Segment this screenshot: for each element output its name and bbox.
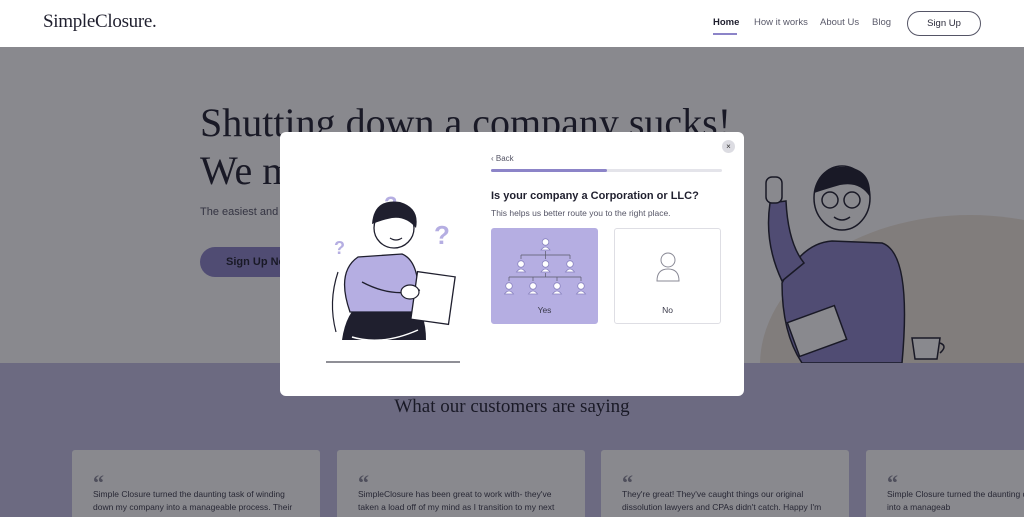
org-chart-icon (504, 238, 587, 295)
nav-link-home[interactable]: Home (713, 17, 739, 28)
svg-text:?: ? (334, 238, 345, 258)
nav-link-how-it-works[interactable]: How it works (754, 17, 808, 28)
close-button[interactable]: × (722, 140, 735, 153)
back-link[interactable]: ‹ Back (491, 154, 514, 163)
nav-signup-button[interactable]: Sign Up (907, 11, 981, 36)
nav-link-about-us[interactable]: About Us (820, 17, 859, 28)
logo[interactable]: SimpleClosure. (43, 11, 157, 33)
option-yes-label: Yes (537, 305, 552, 315)
option-yes-card[interactable]: Yes (491, 228, 598, 324)
question-helper-text: This helps us better route you to the ri… (491, 208, 671, 218)
confused-person-illustration: ? ? ? (326, 192, 460, 363)
question-heading: Is your company a Corporation or LLC? (491, 190, 699, 202)
nav-link-blog[interactable]: Blog (872, 17, 891, 28)
option-no-card[interactable]: No (614, 228, 721, 324)
option-no-label: No (662, 305, 673, 315)
nav-active-underline (713, 33, 737, 35)
svg-text:?: ? (434, 220, 450, 250)
top-navbar: SimpleClosure. Home How it works About U… (0, 0, 1024, 47)
single-person-icon (656, 252, 680, 282)
progress-bar (491, 169, 722, 172)
progress-bar-fill (491, 169, 607, 172)
company-type-modal: ? ? ? × ‹ Back Is your company a Corpora… (280, 132, 744, 396)
